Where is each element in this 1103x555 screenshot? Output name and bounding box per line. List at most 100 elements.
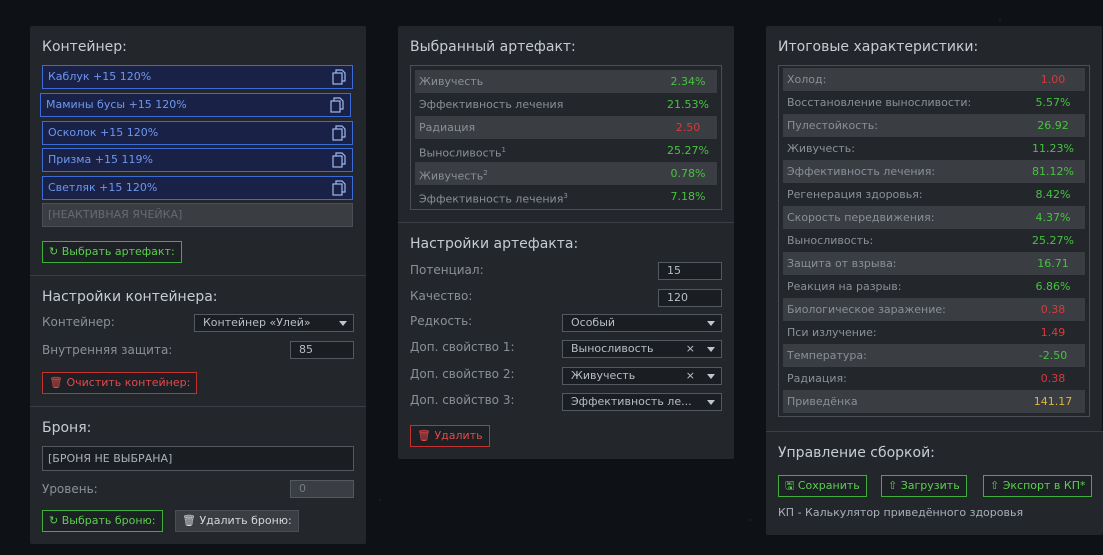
stat-row: Выносливость1 25.27%: [415, 139, 717, 162]
container-type-select[interactable]: Контейнер «Улей»: [194, 314, 354, 332]
clear-icon[interactable]: ×: [686, 341, 695, 357]
stat-name: Живучесть: [419, 169, 484, 183]
stat-value: 0.38: [1040, 303, 1066, 316]
extra2-label: Доп. свойство 2:: [410, 367, 515, 381]
stat-name: Эффективность лечения: [419, 98, 564, 111]
stat-value: 0.38: [1040, 372, 1066, 385]
divider: [30, 406, 366, 407]
container-slot[interactable]: Светляк +15 120%: [42, 176, 353, 200]
stat-row: Холод: 1.00: [783, 68, 1085, 91]
stat-value: 2.34%: [670, 75, 706, 88]
stat-value: 11.23%: [1032, 142, 1074, 155]
container-title: Контейнер:: [42, 39, 127, 55]
stat-name: Регенерация здоровья:: [787, 188, 923, 201]
stat-name: Пулестойкость:: [787, 119, 878, 132]
stat-value: 16.71: [1037, 257, 1069, 270]
stat-name: Радиация:: [787, 372, 847, 385]
delete-artifact-button[interactable]: 🗑 Удалить: [410, 425, 490, 447]
chevron-down-icon: [339, 321, 347, 326]
quality-input[interactable]: 120: [658, 289, 722, 307]
container-slot[interactable]: Призма +15 119%: [42, 148, 353, 172]
rarity-value: Особый: [571, 316, 616, 329]
copy-icon[interactable]: [332, 180, 346, 196]
rarity-label: Редкость:: [410, 314, 473, 328]
load-label: Загрузить: [900, 479, 960, 492]
rarity-select[interactable]: Особый: [562, 314, 722, 332]
stat-name: Биологическое заражение:: [787, 303, 946, 316]
copy-icon[interactable]: [332, 69, 346, 85]
extra2-value: Живучесть: [571, 369, 636, 382]
armor-title: Броня:: [42, 420, 92, 436]
save-label: Сохранить: [797, 479, 860, 492]
protection-input[interactable]: 85: [290, 341, 354, 359]
export-button[interactable]: ⇧ Экспорт в КП*: [983, 475, 1093, 497]
stat-row: Радиация: 0.38: [783, 367, 1085, 390]
artifact-settings-title: Настройки артефакта:: [410, 236, 579, 252]
stat-value: 81.12%: [1032, 165, 1074, 178]
load-button[interactable]: ⇧ Загрузить: [881, 475, 967, 497]
refresh-icon: ↻: [49, 514, 59, 527]
stat-name: Эффективность лечения:: [787, 165, 936, 178]
extra2-select[interactable]: Живучесть ×: [562, 367, 722, 385]
select-armor-button[interactable]: ↻ Выбрать броню:: [42, 510, 163, 532]
container-slot[interactable]: Каблук +15 120%: [42, 65, 353, 89]
stat-row: Регенерация здоровья: 8.42%: [783, 183, 1085, 206]
container-slot[interactable]: Осколок +15 120%: [42, 121, 353, 145]
inactive-slot: [НЕАКТИВНАЯ ЯЧЕЙКА]: [42, 203, 353, 227]
divider: [30, 275, 366, 276]
trash-icon: 🗑: [182, 514, 196, 527]
extra1-select[interactable]: Выносливость ×: [562, 340, 722, 358]
divider: [398, 222, 734, 223]
stat-row: Радиация 2.50: [415, 116, 717, 139]
select-armor-label: Выбрать броню:: [61, 514, 156, 527]
quality-label: Качество:: [410, 289, 473, 303]
extra1-label: Доп. свойство 1:: [410, 340, 515, 354]
artifact-panel: Выбранный артефакт: Живучесть 2.34% Эффе…: [398, 26, 734, 459]
upload-icon: ⇧: [990, 479, 1000, 492]
delete-artifact-label: Удалить: [434, 429, 483, 442]
slot-label: Каблук +15 120%: [48, 70, 152, 83]
footnote-marker: 1: [501, 146, 507, 154]
stat-value: 2.50: [675, 121, 701, 134]
select-artifact-button[interactable]: ↻ Выбрать артефакт:: [42, 241, 182, 263]
save-button[interactable]: 🖫 Сохранить: [778, 475, 867, 497]
footnote-marker: 3: [563, 192, 568, 200]
save-icon: 🖫: [785, 479, 795, 492]
stat-name: Реакция на разрыв:: [787, 280, 902, 293]
clear-icon[interactable]: ×: [686, 368, 695, 384]
potential-input[interactable]: 15: [658, 262, 722, 280]
extra3-select[interactable]: Эффективность ле...: [562, 393, 722, 411]
stat-name: Живучесть:: [787, 142, 855, 155]
stat-value: 25.27%: [667, 144, 709, 157]
clear-container-button[interactable]: 🗑 Очистить контейнер:: [42, 372, 198, 394]
stat-row: Защита от взрыва: 16.71: [783, 252, 1085, 275]
stat-value: 21.53%: [667, 98, 709, 111]
copy-icon[interactable]: [330, 97, 344, 113]
container-slot[interactable]: Мамины бусы +15 120%: [40, 93, 351, 117]
chevron-down-icon: [707, 374, 715, 379]
stat-row: Живучесть 2.34%: [415, 70, 717, 93]
stat-value: 5.57%: [1035, 96, 1071, 109]
select-artifact-label: Выбрать артефакт:: [61, 245, 175, 258]
stat-name: Живучесть: [419, 75, 484, 88]
level-input[interactable]: 0: [290, 480, 354, 498]
chevron-down-icon: [707, 347, 715, 352]
stat-name: Температура:: [787, 349, 867, 362]
stat-name: Выносливость:: [787, 234, 874, 247]
divider: [766, 431, 1103, 432]
footnote-marker: 2: [483, 169, 488, 177]
remove-armor-button[interactable]: 🗑 Удалить броню:: [175, 510, 299, 532]
stat-value: -2.50: [1038, 349, 1068, 362]
copy-icon[interactable]: [332, 125, 346, 141]
stat-name: Скорость передвижения:: [787, 211, 935, 224]
stat-value: 0.78%: [670, 167, 706, 180]
armor-field[interactable]: [БРОНЯ НЕ ВЫБРАНА]: [42, 446, 354, 471]
extra1-value: Выносливость: [571, 342, 654, 355]
artifact-stats: Живучесть 2.34% Эффективность лечения 21…: [410, 65, 722, 210]
slot-label: Мамины бусы +15 120%: [46, 98, 187, 111]
copy-icon[interactable]: [332, 152, 346, 168]
stat-row: Пулестойкость: 26.92: [783, 114, 1085, 137]
refresh-icon: ↻: [49, 245, 59, 258]
upload-icon: ⇧: [888, 479, 898, 492]
totals-panel: Итоговые характеристики: Холод: 1.00 Восс…: [766, 26, 1102, 431]
